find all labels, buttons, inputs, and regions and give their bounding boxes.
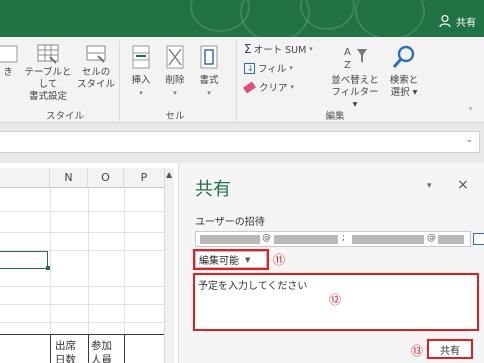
annotation-marker-13: ⑬ [411,344,424,358]
sort-filter-label: 並べ替えと [331,75,379,86]
cell-text[interactable]: 出席 [55,338,76,353]
person-icon [439,14,453,28]
address-book-icon[interactable] [473,233,484,245]
ribbon: き テーブルとして 書式設定 セルの スタイル スタイル 挿入 ▾ 削除 ▾ 書… [0,37,484,123]
invite-label: ユーザーの招待 [195,217,265,228]
redacted-email [352,235,424,244]
title-bar: 共有 [0,0,484,37]
annotation-marker-11: ⑪ [273,253,286,267]
column-header-p[interactable]: P [124,168,164,188]
format-cells-icon [200,45,218,69]
share-pane: 共有 ▾ × ユーザーの招待 @ ; @ 編集可能 ▼ ⑪ 予定を入力してくださ… [178,163,484,363]
cell-text[interactable]: 参加 [91,338,112,353]
selected-cell[interactable] [0,251,48,269]
share-top-label: 共有 [456,17,476,29]
pane-title: 共有 [195,179,231,200]
share-button[interactable]: 共有 [427,339,473,359]
decor-swirl [355,0,425,37]
pane-options-icon[interactable]: ▾ [427,181,432,191]
redacted-email [200,235,260,244]
autosum-label: オート SUM [253,45,307,56]
eraser-icon [242,80,257,94]
invite-input[interactable]: @ ; @ [195,231,471,247]
svg-text:A: A [344,47,351,58]
decor-swirl [300,0,355,30]
close-icon[interactable]: × [457,177,469,193]
format-label: 書式 [199,75,219,86]
share-top-button[interactable]: 共有 [439,12,476,30]
redacted-email [438,235,464,244]
clear-button[interactable]: クリア ▾ [242,80,294,94]
column-headers: N O P [0,168,173,188]
fill-label: フィル [258,64,287,75]
expand-formula-icon[interactable]: ⌄ [465,135,473,145]
format-cells-button[interactable]: 書式 ▾ [194,43,224,99]
find-select-label-2: 選択 ▾ [390,87,418,98]
cell-text[interactable]: 日数 [55,352,76,363]
insert-cells-icon [132,45,150,69]
annotation-box-11 [193,249,269,270]
table-icon [37,44,59,64]
annotation-marker-12: ⑫ [329,293,342,307]
delete-label: 削除 [165,75,185,86]
fill-down-icon: ↓ [244,62,255,74]
autosum-button[interactable]: Σ オート SUM ▾ [244,42,313,56]
format-as-table-label: テーブルとして [24,67,72,90]
redacted-email [274,235,338,244]
cell-text[interactable]: 人員 [91,352,112,363]
styles-group-label: スタイル [45,111,84,122]
ribbon-separator [119,41,120,121]
collapse-ribbon-icon[interactable]: ˄ [468,107,473,118]
delete-cells-button[interactable]: 削除 ▾ [160,43,190,99]
cell-styles-label-2: スタイル [76,79,115,90]
magnifier-icon [392,45,415,68]
insert-label: 挿入 [131,75,151,86]
delete-cells-icon [166,45,184,69]
scroll-up-icon[interactable]: ▲ [166,170,172,179]
cells-group-label: セル [165,111,185,122]
clear-label: クリア [259,83,288,94]
column-header-n[interactable]: N [50,168,88,188]
vertical-scrollbar[interactable]: ▲ [164,168,174,363]
sort-filter-icon: AZ [344,47,367,71]
find-select-label: 検索と [389,75,419,86]
cell-styles-label: セルの [81,67,111,78]
column-header-o[interactable]: O [88,168,124,188]
sort-filter-button[interactable]: AZ 並べ替えと フィルター ▾ [330,43,380,111]
ribbon-separator [236,41,237,121]
svg-text:Z: Z [344,60,351,71]
fill-button[interactable]: ↓ フィル ▾ [244,61,293,75]
insert-cells-button[interactable]: 挿入 ▾ [126,43,156,99]
format-as-table-button[interactable]: テーブルとして 書式設定 [22,43,74,103]
conditional-format-label: き [3,67,13,78]
formula-input[interactable]: ⌄ [0,131,480,153]
find-select-button[interactable]: 検索と 選択 ▾ [382,43,426,99]
format-as-table-label-2: 書式設定 [28,91,67,102]
cell-styles-button[interactable]: セルの スタイル [76,43,116,91]
editing-group-label: 編集 [325,111,345,122]
conditional-format-button[interactable]: き [0,43,22,79]
sigma-icon: Σ [244,42,252,56]
cell-styles-icon [86,45,106,63]
